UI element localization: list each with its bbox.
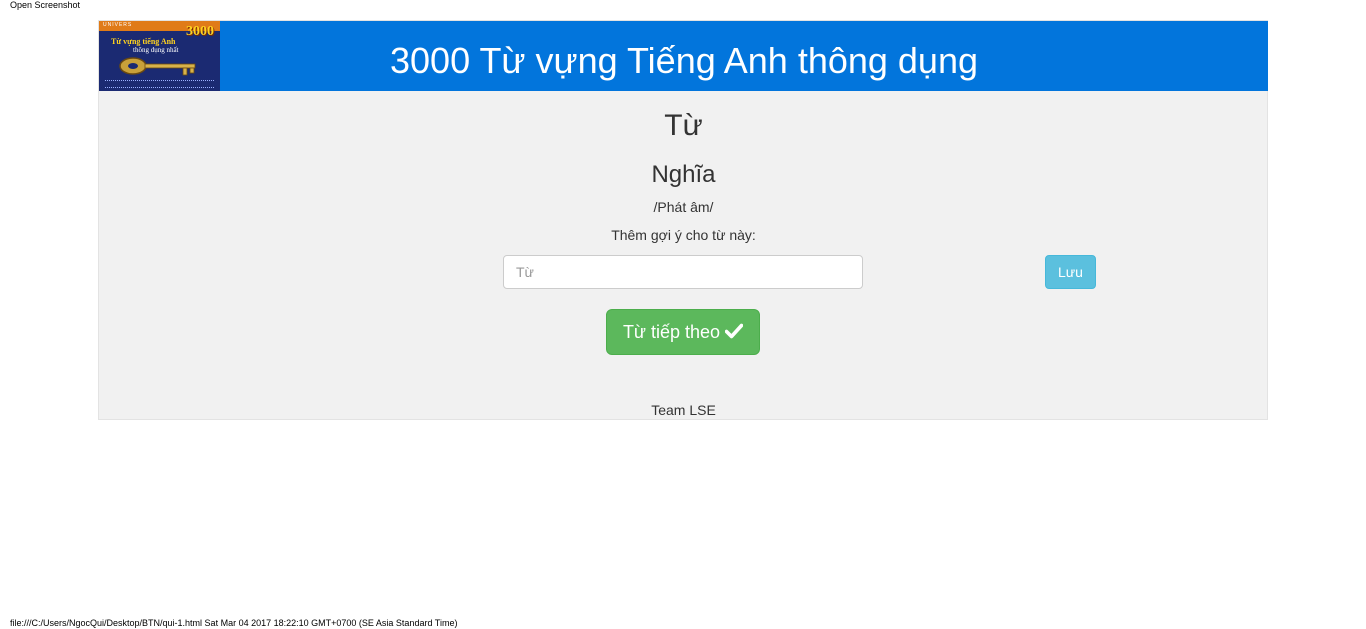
print-header: Open Screenshot <box>10 0 81 10</box>
team-credit: Team LSE <box>651 402 716 418</box>
cover-fineprint <box>105 80 214 88</box>
hint-label: Thêm gợi ý cho từ này: <box>611 227 756 243</box>
key-icon <box>119 57 196 76</box>
cover-subtitle: thông dụng nhất <box>133 46 179 54</box>
banner: UNIVERS 3000 Từ vựng tiếng Anh thông dụn… <box>99 21 1268 91</box>
cover-number: 3000 <box>186 24 214 39</box>
page-title: 3000 Từ vựng Tiếng Anh thông dụng <box>390 40 978 81</box>
word-heading: Từ <box>664 109 703 142</box>
book-cover-logo: UNIVERS 3000 Từ vựng tiếng Anh thông dụn… <box>99 21 220 91</box>
cover-brand: UNIVERS <box>103 22 133 28</box>
meaning-text: Nghĩa <box>651 161 716 188</box>
main-container: UNIVERS 3000 Từ vựng tiếng Anh thông dụn… <box>98 20 1268 420</box>
cover-title: Từ vựng tiếng Anh <box>111 37 176 46</box>
save-button[interactable]: Lưu <box>1045 255 1096 289</box>
next-word-label: Từ tiếp theo <box>622 322 721 342</box>
check-icon <box>725 323 744 339</box>
phonetic-text: /Phát âm/ <box>653 199 714 215</box>
next-word-button[interactable]: Từ tiếp theo <box>606 309 760 355</box>
hint-input[interactable] <box>503 255 863 289</box>
print-footer: file:///C:/Users/NgocQui/Desktop/BTN/qui… <box>10 618 458 628</box>
